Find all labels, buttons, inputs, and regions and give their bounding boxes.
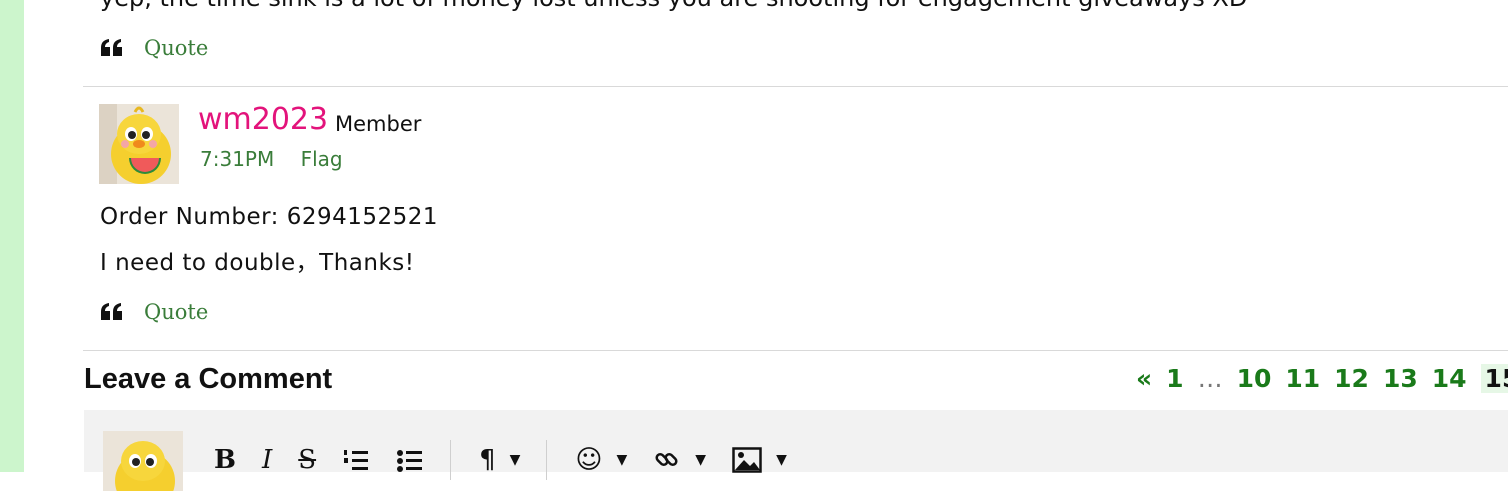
quote-icon — [101, 303, 122, 320]
pagination-first[interactable]: 1 — [1166, 364, 1183, 393]
ordered-list-button[interactable] — [342, 440, 370, 480]
bullet-list-button[interactable] — [396, 440, 424, 480]
leave-comment-heading: Leave a Comment — [84, 363, 333, 395]
strikethrough-button[interactable]: S — [298, 440, 316, 480]
avatar[interactable] — [99, 104, 179, 184]
emoji-button[interactable]: ☺ — [575, 440, 602, 480]
bold-button[interactable]: B — [214, 440, 236, 480]
pagination-current: 15 — [1480, 364, 1508, 393]
quote-icon — [101, 39, 122, 56]
paragraph-button[interactable]: ¶ — [479, 440, 496, 480]
comment-time[interactable]: 7:31PM — [200, 147, 274, 171]
chevron-down-icon[interactable]: ▼ — [776, 440, 787, 480]
chevron-down-icon[interactable]: ▼ — [510, 440, 521, 480]
image-icon — [732, 447, 762, 473]
pagination-page[interactable]: 13 — [1383, 364, 1418, 393]
chick-avatar-image — [103, 431, 183, 491]
comment-editor: B I S ¶ ▼ ☺ ▼ ▼ ▼ — [84, 410, 1508, 491]
chick-avatar-image — [99, 104, 179, 184]
username[interactable]: wm2023 — [198, 102, 328, 137]
quote-link[interactable]: Quote — [144, 36, 208, 60]
italic-button[interactable]: I — [262, 440, 272, 480]
pagination-page[interactable]: 11 — [1285, 364, 1320, 393]
link-icon — [655, 452, 678, 467]
quote-link[interactable]: Quote — [144, 300, 208, 324]
pagination-prev[interactable]: « — [1136, 364, 1152, 393]
divider — [83, 86, 1508, 87]
editor-avatar — [103, 431, 183, 491]
chevron-down-icon[interactable]: ▼ — [617, 440, 628, 480]
pagination-ellipsis: … — [1197, 364, 1223, 393]
comment-line: I need to double，Thanks! — [100, 250, 415, 276]
toolbar-separator — [450, 440, 452, 480]
pagination: « 1 … 10 11 12 13 14 15 1 — [1136, 364, 1508, 393]
user-role: Member — [335, 112, 422, 136]
pagination-page[interactable]: 10 — [1237, 364, 1272, 393]
comments-panel: yep, the time sink is a lot of money los… — [24, 0, 1508, 491]
bullet-list-icon — [397, 450, 423, 472]
editor-toolbar: B I S ¶ ▼ ☺ ▼ ▼ ▼ — [214, 440, 813, 480]
comment-quote-row[interactable]: Quote — [100, 300, 208, 324]
image-button[interactable] — [732, 440, 762, 480]
flag-link[interactable]: Flag — [301, 147, 343, 171]
toolbar-separator — [546, 440, 548, 480]
left-rail — [0, 0, 24, 472]
previous-quote-row[interactable]: Quote — [100, 36, 208, 60]
ordered-list-icon — [344, 450, 369, 470]
comment-line: Order Number: 6294152521 — [100, 204, 439, 230]
link-button[interactable] — [653, 440, 681, 480]
pagination-page[interactable]: 14 — [1432, 364, 1467, 393]
pagination-page[interactable]: 12 — [1334, 364, 1369, 393]
divider — [83, 350, 1508, 351]
previous-comment-text: yep, the time sink is a lot of money los… — [100, 0, 1247, 12]
comment-meta: 7:31PM Flag — [200, 147, 363, 171]
chevron-down-icon[interactable]: ▼ — [695, 440, 706, 480]
